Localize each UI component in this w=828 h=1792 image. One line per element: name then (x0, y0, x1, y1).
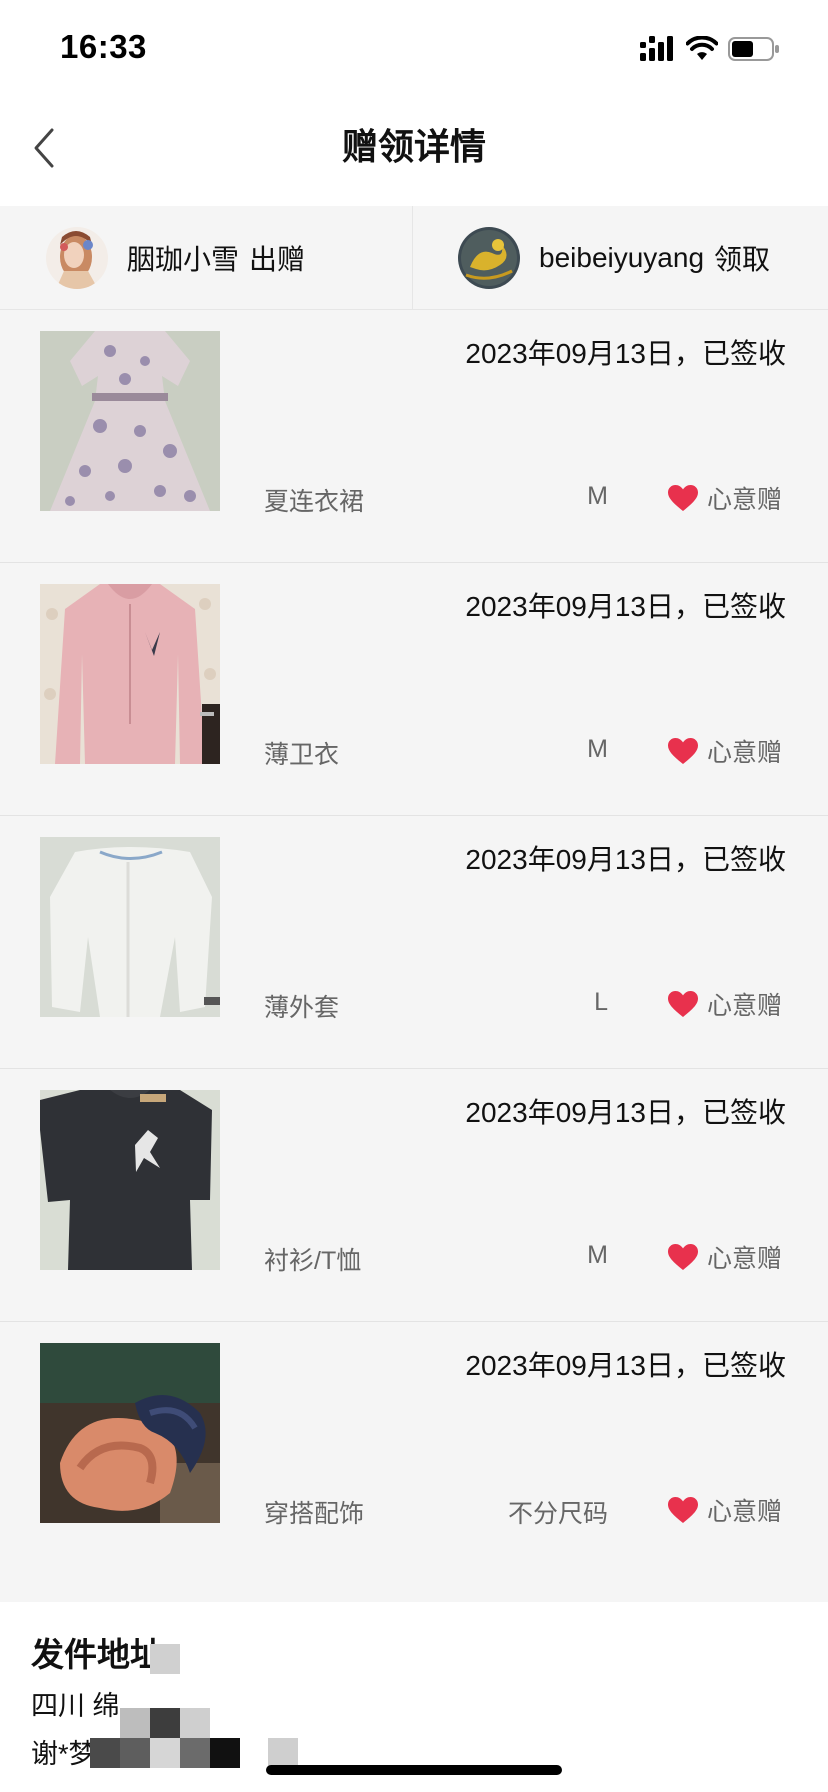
status-time: 16:33 (60, 28, 147, 65)
heart-icon (667, 738, 698, 764)
list-item[interactable]: 2023年09月13日，已签收 穿搭配饰 不分尺码 心意赠 (0, 1322, 828, 1575)
heart-icon (667, 991, 698, 1017)
tag-label: 心意赠 (706, 739, 782, 767)
heart-icon (667, 485, 698, 511)
item-tag: 心意赠 (667, 986, 782, 1022)
receiver-role: 领取 (714, 244, 771, 275)
item-thumbnail (40, 1343, 220, 1523)
address-line-1: 四川 绵 (31, 1691, 120, 1721)
item-size: M (587, 1241, 608, 1269)
nav-bar: 赠领详情 (0, 96, 828, 206)
item-status: 2023年09月13日，已签收 (465, 338, 786, 369)
item-tag: 心意赠 (667, 1492, 782, 1528)
item-thumbnail (40, 331, 220, 511)
item-name: 薄外套 (264, 994, 340, 1022)
heart-icon (667, 1497, 698, 1523)
page-title: 赠领详情 (341, 126, 486, 167)
item-thumbnail (40, 837, 220, 1017)
list-item[interactable]: 2023年09月13日，已签收 衬衫/T恤 M 心意赠 (0, 1069, 828, 1322)
list-item[interactable]: 2023年09月13日，已签收 夏连衣裙 M 心意赠 (0, 310, 828, 563)
status-icons (640, 36, 790, 62)
pink-hoodie-photo (40, 584, 220, 764)
redaction-mosaic (268, 1738, 298, 1768)
shipping-address: 发件地址 四川 绵 谢*梦 (0, 1602, 828, 1792)
signal-bars-icon (640, 36, 673, 61)
address-title: 发件地址 (31, 1636, 163, 1673)
tag-label: 心意赠 (706, 1245, 782, 1273)
item-size: M (587, 735, 608, 763)
list-item[interactable]: 2023年09月13日，已签收 薄卫衣 M 心意赠 (0, 563, 828, 816)
item-name: 薄卫衣 (264, 741, 340, 769)
item-status: 2023年09月13日，已签收 (465, 844, 786, 875)
item-name: 穿搭配饰 (264, 1500, 365, 1528)
redaction-mosaic (150, 1644, 180, 1674)
hair-clips-photo (40, 1343, 220, 1523)
giver-profile[interactable]: 胭珈小雪 出赠 (0, 206, 413, 310)
giver-name: 胭珈小雪 (127, 244, 240, 275)
floral-dress-photo (40, 331, 220, 511)
giver-role: 出赠 (249, 244, 306, 275)
item-size: 不分尺码 (507, 1500, 608, 1528)
battery-icon (728, 37, 779, 61)
white-cardigan-photo (40, 837, 220, 1017)
home-indicator (266, 1765, 562, 1775)
item-status: 2023年09月13日，已签收 (465, 591, 786, 622)
item-tag: 心意赠 (667, 1239, 782, 1275)
item-name: 衬衫/T恤 (264, 1247, 362, 1275)
status-bar: 16:33 (0, 0, 828, 96)
heart-icon (667, 1244, 698, 1270)
receiver-avatar (458, 227, 520, 289)
tag-label: 心意赠 (706, 1498, 782, 1526)
list-item[interactable]: 2023年09月13日，已签收 薄外套 L 心意赠 (0, 816, 828, 1069)
item-list: 2023年09月13日，已签收 夏连衣裙 M 心意赠 2023年09月13日，已… (0, 310, 828, 1575)
tag-label: 心意赠 (706, 486, 782, 514)
redaction-mosaic (120, 1708, 210, 1738)
item-size: L (594, 988, 608, 1016)
item-status: 2023年09月13日，已签收 (465, 1350, 786, 1381)
participants-bar: 胭珈小雪 出赠 beibeiyuyang 领取 (0, 206, 828, 310)
item-thumbnail (40, 584, 220, 764)
item-tag: 心意赠 (667, 733, 782, 769)
item-size: M (587, 482, 608, 510)
receiver-name: beibeiyuyang (539, 242, 705, 273)
giver-avatar (46, 227, 108, 289)
receiver-profile[interactable]: beibeiyuyang 领取 (413, 206, 828, 310)
black-tshirt-photo (40, 1090, 220, 1270)
address-line-2: 谢*梦 (31, 1739, 96, 1769)
tag-label: 心意赠 (706, 992, 782, 1020)
redaction-mosaic (90, 1738, 240, 1768)
item-name: 夏连衣裙 (264, 488, 365, 516)
item-tag: 心意赠 (667, 480, 782, 516)
item-thumbnail (40, 1090, 220, 1270)
wifi-icon (686, 36, 718, 60)
item-status: 2023年09月13日，已签收 (465, 1097, 786, 1128)
